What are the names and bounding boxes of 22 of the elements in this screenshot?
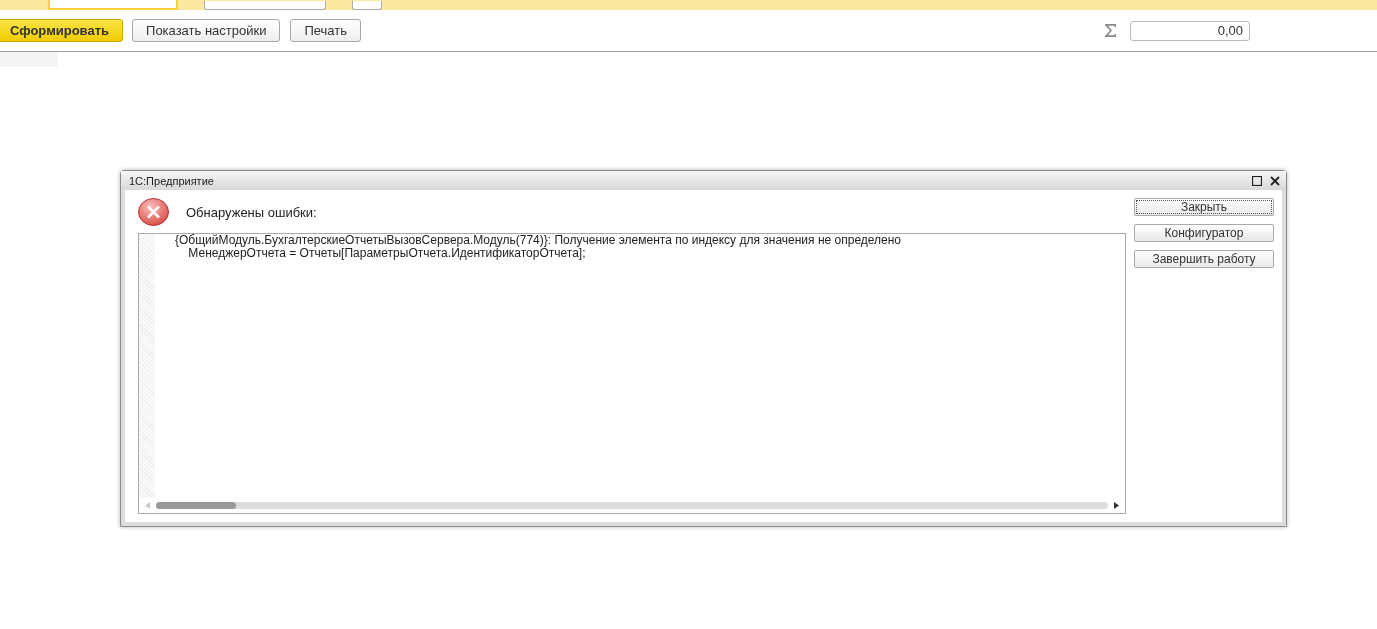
- sum-icon: [1105, 24, 1116, 37]
- error-message-line: {ОбщийМодуль.БухгалтерскиеОтчетыВызовСервера.Модуль(774)}: Получение элемента по индексу для значения не определено: [175, 234, 902, 247]
- toolbar-button[interactable]: Сформировать: [0, 19, 124, 42]
- error-heading: Обнаружены ошибки:: [186, 204, 317, 220]
- dialog-button[interactable]: Завершить работу: [1134, 250, 1274, 268]
- cut-button[interactable]: [352, 1, 382, 10]
- toolbar-button[interactable]: Показать настройки: [132, 19, 281, 42]
- maximize-icon[interactable]: [1252, 175, 1262, 186]
- error-icon: [138, 198, 169, 226]
- sum-field[interactable]: 0,00: [1130, 20, 1250, 41]
- window-title: 1С:Предприятие: [129, 174, 215, 187]
- error-message-line: МенеджерОтчета = Отчеты[ПараметрыОтчета.ИдентификаторОтчета];: [188, 247, 586, 260]
- dialog-button[interactable]: Закрыть: [1134, 198, 1274, 216]
- dialog-button[interactable]: Конфигуратор: [1134, 224, 1274, 242]
- scroll-right-arrow-icon[interactable]: [1114, 502, 1119, 509]
- scroll-left-arrow-icon[interactable]: [145, 502, 150, 509]
- cell-background: [0, 52, 58, 67]
- error-text-area[interactable]: {ОбщийМодуль.БухгалтерскиеОтчетыВызовСервера.Модуль(774)}: Получение элемента по индексу для значения не определено МенеджерОтчета = Отчеты[ПараметрыОтчета.ИдентификаторОтчета];: [138, 233, 1126, 514]
- input-field[interactable]: [204, 1, 326, 10]
- close-icon[interactable]: [1270, 175, 1280, 186]
- toolbar-button[interactable]: Печать: [290, 19, 362, 42]
- input-field[interactable]: [48, 0, 178, 10]
